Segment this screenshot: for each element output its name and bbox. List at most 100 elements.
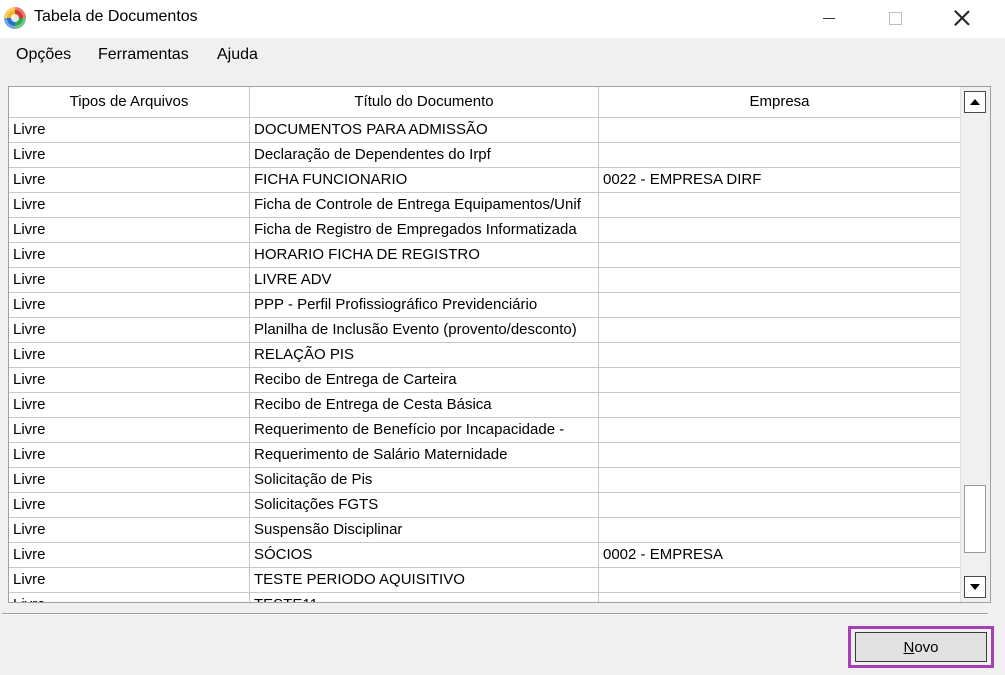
cell-tipo[interactable]: Livre xyxy=(9,293,250,317)
cell-titulo[interactable]: Solicitação de Pis xyxy=(250,468,599,492)
minimize-button[interactable] xyxy=(806,0,852,36)
table-row[interactable]: Livre Requerimento de Benefício por Incap… xyxy=(9,418,960,443)
table-row[interactable]: Livre Recibo de Entrega de Cesta Básica xyxy=(9,393,960,418)
cell-empresa[interactable] xyxy=(599,468,960,492)
table-row[interactable]: LivreTESTE11 xyxy=(9,593,960,602)
novo-button[interactable]: Novo xyxy=(855,632,987,662)
cell-titulo[interactable]: PPP - Perfil Profissiográfico Previdenci… xyxy=(250,293,599,317)
cell-tipo[interactable]: Livre xyxy=(9,118,250,142)
arrow-up-icon xyxy=(970,99,980,105)
cell-empresa[interactable] xyxy=(599,443,960,467)
cell-tipo[interactable]: Livre xyxy=(9,543,250,567)
cell-empresa[interactable]: 0022 - EMPRESA DIRF xyxy=(599,168,960,192)
cell-titulo[interactable]: TESTE11 xyxy=(250,593,599,602)
cell-empresa[interactable] xyxy=(599,118,960,142)
table-row[interactable]: Livre PPP - Perfil Profissiográfico Previ… xyxy=(9,293,960,318)
table-row[interactable]: Livre RELAÇÃO PIS xyxy=(9,343,960,368)
cell-tipo[interactable]: Livre xyxy=(9,493,250,517)
menu-ajuda[interactable]: Ajuda xyxy=(217,46,258,64)
documents-table: Tipos de Arquivos Título do Documento Em… xyxy=(8,86,991,603)
cell-tipo[interactable]: Livre xyxy=(9,143,250,167)
table-row[interactable]: Livre HORARIO FICHA DE REGISTRO xyxy=(9,243,960,268)
cell-tipo[interactable]: Livre xyxy=(9,568,250,592)
cell-tipo[interactable]: Livre xyxy=(9,418,250,442)
cell-empresa[interactable] xyxy=(599,318,960,342)
table-row[interactable]: Livre Requerimento de Salário Maternidade xyxy=(9,443,960,468)
cell-tipo[interactable]: Livre xyxy=(9,243,250,267)
cell-empresa[interactable] xyxy=(599,393,960,417)
cell-titulo[interactable]: Recibo de Entrega de Cesta Básica xyxy=(250,393,599,417)
table-row[interactable]: Livre Solicitação de Pis xyxy=(9,468,960,493)
cell-empresa[interactable] xyxy=(599,568,960,592)
cell-tipo[interactable]: Livre xyxy=(9,368,250,392)
cell-titulo[interactable]: Suspensão Disciplinar xyxy=(250,518,599,542)
cell-empresa[interactable] xyxy=(599,193,960,217)
cell-titulo[interactable]: Planilha de Inclusão Evento (provento/de… xyxy=(250,318,599,342)
cell-empresa[interactable]: 0002 - EMPRESA xyxy=(599,543,960,567)
cell-empresa[interactable] xyxy=(599,343,960,367)
cell-titulo[interactable]: LIVRE ADV xyxy=(250,268,599,292)
scroll-down-button[interactable] xyxy=(964,576,986,598)
cell-tipo[interactable]: Livre xyxy=(9,193,250,217)
cell-titulo[interactable]: DOCUMENTOS PARA ADMISSÃO xyxy=(250,118,599,142)
maximize-button[interactable] xyxy=(872,0,918,36)
cell-tipo[interactable]: Livre xyxy=(9,518,250,542)
cell-empresa[interactable] xyxy=(599,418,960,442)
column-header-tipos[interactable]: Tipos de Arquivos xyxy=(9,87,250,117)
table-row[interactable]: Livre FICHA FUNCIONARIO 0022 - EMPRESA DIR… xyxy=(9,168,960,193)
cell-titulo[interactable]: Requerimento de Benefício por Incapacida… xyxy=(250,418,599,442)
cell-empresa[interactable] xyxy=(599,593,960,602)
menu-bar: Opções Ferramentas Ajuda xyxy=(0,38,1005,72)
scroll-up-button[interactable] xyxy=(964,91,986,113)
cell-titulo[interactable]: RELAÇÃO PIS xyxy=(250,343,599,367)
scrollbar-thumb[interactable] xyxy=(964,485,986,553)
cell-empresa[interactable] xyxy=(599,368,960,392)
title-bar: Tabela de Documentos xyxy=(0,0,1005,36)
cell-titulo[interactable]: Ficha de Registro de Empregados Informat… xyxy=(250,218,599,242)
cell-empresa[interactable] xyxy=(599,268,960,292)
cell-tipo[interactable]: Livre xyxy=(9,343,250,367)
table-row[interactable]: Livre Recibo de Entrega de Carteira xyxy=(9,368,960,393)
cell-titulo[interactable]: Recibo de Entrega de Carteira xyxy=(250,368,599,392)
cell-empresa[interactable] xyxy=(599,218,960,242)
cell-titulo[interactable]: FICHA FUNCIONARIO xyxy=(250,168,599,192)
window-title: Tabela de Documentos xyxy=(34,8,198,25)
cell-titulo[interactable]: Requerimento de Salário Maternidade xyxy=(250,443,599,467)
cell-empresa[interactable] xyxy=(599,493,960,517)
table-row[interactable]: Livre Planilha de Inclusão Evento (proven… xyxy=(9,318,960,343)
table-row[interactable]: Livre SÓCIOS 0002 - EMPRESA xyxy=(9,543,960,568)
cell-tipo[interactable]: Livre xyxy=(9,268,250,292)
table-row[interactable]: Livre Ficha de Registro de Empregados Inf… xyxy=(9,218,960,243)
cell-tipo[interactable]: Livre xyxy=(9,318,250,342)
table-row[interactable]: Livre DOCUMENTOS PARA ADMISSÃO xyxy=(9,118,960,143)
cell-empresa[interactable] xyxy=(599,293,960,317)
table-row[interactable]: Livre Declaração de Dependentes do Irpf xyxy=(9,143,960,168)
table-row[interactable]: Livre Solicitações FGTS xyxy=(9,493,960,518)
table-row[interactable]: Livre TESTE PERIODO AQUISITIVO xyxy=(9,568,960,593)
cell-tipo[interactable]: Livre xyxy=(9,443,250,467)
cell-titulo[interactable]: Solicitações FGTS xyxy=(250,493,599,517)
column-header-empresa[interactable]: Empresa xyxy=(599,87,960,117)
cell-titulo[interactable]: Ficha de Controle de Entrega Equipamento… xyxy=(250,193,599,217)
cell-tipo[interactable]: Livre xyxy=(9,218,250,242)
cell-empresa[interactable] xyxy=(599,518,960,542)
cell-tipo[interactable]: Livre xyxy=(9,168,250,192)
vertical-scrollbar[interactable] xyxy=(960,87,990,602)
menu-opcoes[interactable]: Opções xyxy=(16,46,71,64)
novo-button-accel: N xyxy=(903,638,915,656)
cell-tipo[interactable]: Livre xyxy=(9,393,250,417)
cell-empresa[interactable] xyxy=(599,243,960,267)
cell-titulo[interactable]: SÓCIOS xyxy=(250,543,599,567)
close-button[interactable] xyxy=(939,0,985,36)
column-header-titulo[interactable]: Título do Documento xyxy=(250,87,599,117)
table-row[interactable]: Livre Ficha de Controle de Entrega Equipa… xyxy=(9,193,960,218)
cell-titulo[interactable]: Declaração de Dependentes do Irpf xyxy=(250,143,599,167)
table-row[interactable]: Livre LIVRE ADV xyxy=(9,268,960,293)
cell-tipo[interactable]: Livre xyxy=(9,593,250,602)
cell-empresa[interactable] xyxy=(599,143,960,167)
cell-titulo[interactable]: HORARIO FICHA DE REGISTRO xyxy=(250,243,599,267)
menu-ferramentas[interactable]: Ferramentas xyxy=(98,46,189,64)
cell-titulo[interactable]: TESTE PERIODO AQUISITIVO xyxy=(250,568,599,592)
table-row[interactable]: Livre Suspensão Disciplinar xyxy=(9,518,960,543)
cell-tipo[interactable]: Livre xyxy=(9,468,250,492)
